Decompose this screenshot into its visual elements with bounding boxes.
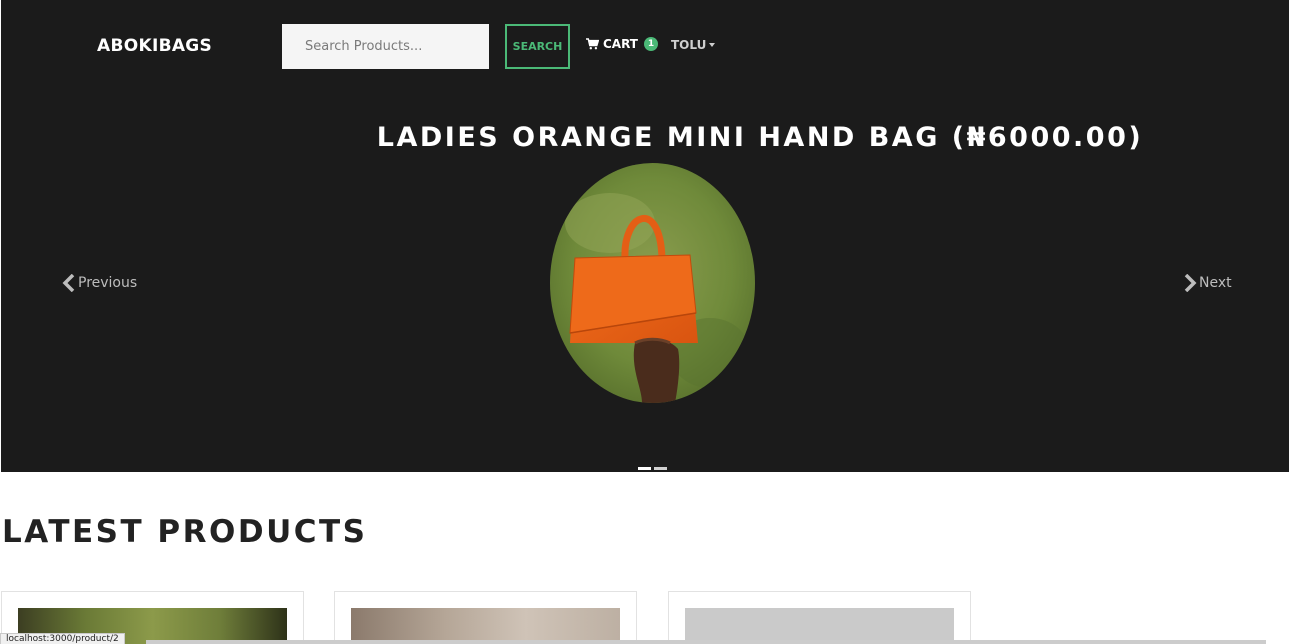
user-menu-dropdown[interactable]: TOLU (671, 38, 716, 52)
carousel-previous-button[interactable]: Previous (62, 274, 137, 292)
brand-logo[interactable]: ABOKIBAGS (97, 36, 212, 56)
caret-down-icon (709, 43, 716, 47)
carousel-indicator[interactable] (638, 467, 651, 470)
carousel-previous-label: Previous (78, 275, 138, 291)
carousel-indicator[interactable] (654, 467, 667, 470)
product-card[interactable] (668, 591, 971, 644)
product-thumbnail[interactable] (351, 608, 620, 644)
latest-products-heading: LATEST PRODUCTS (2, 514, 368, 550)
product-card[interactable] (334, 591, 637, 644)
carousel-indicators (638, 467, 670, 470)
carousel-slide-title[interactable]: LADIES ORANGE MINI HAND BAG (₦6000.00) (290, 122, 1230, 153)
carousel-product-image[interactable] (550, 163, 755, 403)
cart-link[interactable]: CART 1 (586, 37, 658, 51)
search-input[interactable] (282, 24, 489, 69)
chevron-right-icon (1184, 274, 1197, 292)
carousel-next-label: Next (1199, 275, 1232, 291)
product-thumbnail[interactable] (685, 608, 954, 644)
user-name: TOLU (671, 38, 707, 52)
chevron-left-icon (62, 274, 75, 292)
horizontal-scrollbar[interactable] (146, 640, 1266, 644)
shopping-cart-icon (586, 38, 599, 50)
carousel-next-button[interactable]: Next (1183, 274, 1232, 292)
cart-label: CART (603, 37, 638, 51)
browser-status-url: localhost:3000/product/2 (0, 633, 125, 644)
search-button[interactable]: SEARCH (505, 24, 570, 69)
cart-count-badge: 1 (643, 37, 658, 51)
